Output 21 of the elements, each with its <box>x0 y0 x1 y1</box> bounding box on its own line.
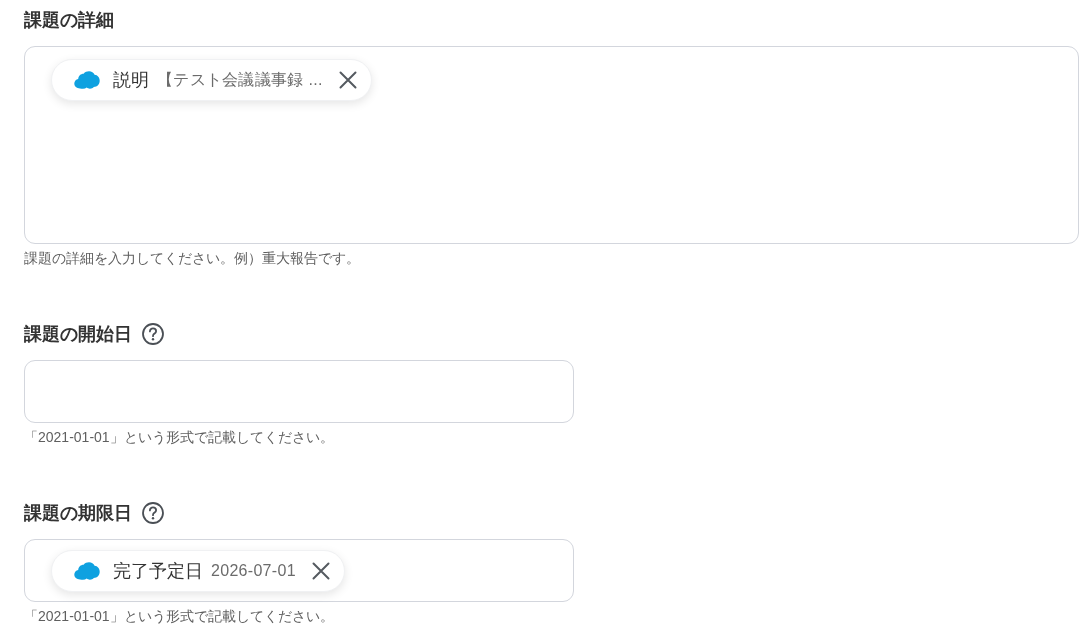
help-icon[interactable] <box>142 502 164 524</box>
chip-label: 説明 <box>113 69 149 92</box>
input-field[interactable]: 完了予定日 2026-07-01 <box>24 539 574 602</box>
field-label: 課題の開始日 <box>24 323 132 346</box>
chip-label: 完了予定日 <box>113 559 203 583</box>
hint-text: 課題の詳細を入力してください。例）重大報告です。 <box>24 250 361 266</box>
close-icon <box>338 71 357 89</box>
help-icon[interactable] <box>142 323 164 345</box>
remove-button[interactable] <box>311 561 330 580</box>
remove-button[interactable] <box>338 71 357 89</box>
cloud-icon <box>74 561 100 580</box>
close-icon <box>311 561 330 580</box>
text-area[interactable]: 説明 【テスト会議議事録 ... <box>24 46 1079 244</box>
cloud-icon <box>74 71 100 89</box>
chip-value: 2026-07-01 <box>211 561 296 580</box>
hint-text: 「2021-01-01」という形式で記載してください。 <box>24 429 335 445</box>
field-label: 課題の期限日 <box>24 502 132 525</box>
field-label: 課題の詳細 <box>24 9 114 32</box>
chip-value: 【テスト会議議事録 ... <box>157 69 323 90</box>
input-field[interactable] <box>24 360 574 423</box>
hint-text: 「2021-01-01」という形式で記載してください。 <box>24 608 335 624</box>
